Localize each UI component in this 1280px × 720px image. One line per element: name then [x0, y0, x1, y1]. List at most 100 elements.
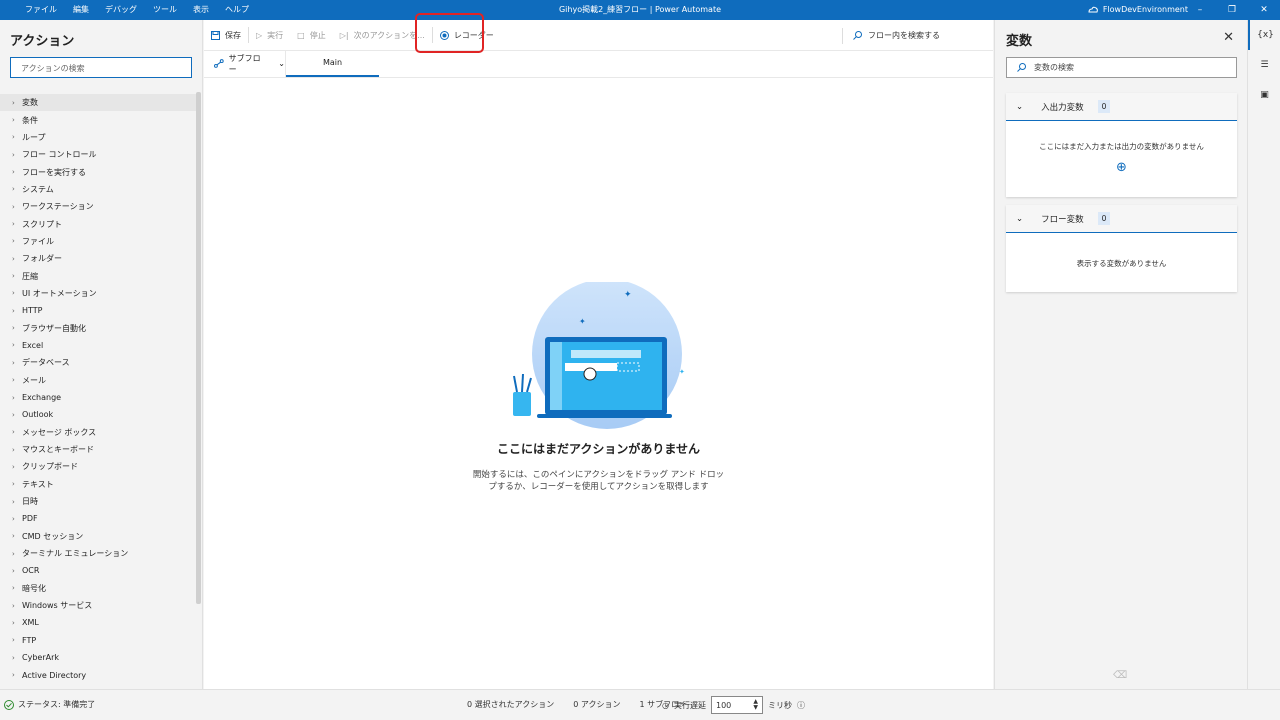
chevron-right-icon: ›: [12, 584, 15, 593]
action-group[interactable]: › マウスとキーボード: [0, 441, 196, 458]
action-group-label: FTP: [22, 635, 37, 645]
chevron-right-icon: ›: [12, 497, 15, 506]
action-group[interactable]: › UI オートメーション: [0, 285, 196, 302]
close-window-icon[interactable]: ✕: [1248, 0, 1280, 20]
action-group[interactable]: › Active Directory: [0, 666, 196, 683]
close-icon[interactable]: ✕: [1223, 30, 1234, 45]
action-group[interactable]: › フローを実行する: [0, 163, 196, 180]
action-group[interactable]: › CMD セッション: [0, 528, 196, 545]
flow-variables-header[interactable]: ⌄ フロー変数 0: [1006, 205, 1237, 233]
run-delay: ◷ 実行遅延 100 ▲ ▼ ミリ秒 ⓘ: [662, 696, 805, 714]
flow-search[interactable]: フロー内を検索する: [842, 20, 940, 51]
action-group[interactable]: › データベース: [0, 354, 196, 371]
menu-help[interactable]: ヘルプ: [217, 0, 257, 20]
action-group[interactable]: › スクリプト: [0, 215, 196, 232]
subflow-dropdown[interactable]: サブフロー ⌄: [204, 50, 286, 77]
run-button[interactable]: ▷ 実行: [249, 20, 290, 51]
subflow-icon: [214, 59, 224, 68]
action-group[interactable]: › 日時: [0, 493, 196, 510]
io-variables-header[interactable]: ⌄ 入出力変数 0: [1006, 93, 1237, 121]
flow-variables-body: 表示する変数がありません: [1006, 233, 1237, 269]
recorder-highlight-box: [415, 13, 484, 53]
action-group-label: ファイル: [22, 236, 54, 246]
window-controls: – ❐ ✕: [1184, 0, 1280, 20]
action-group[interactable]: › XML: [0, 614, 196, 631]
flow-variables-card: ⌄ フロー変数 0 表示する変数がありません: [1006, 205, 1237, 292]
action-group[interactable]: › メッセージ ボックス: [0, 424, 196, 441]
action-group[interactable]: › ブラウザー自動化: [0, 319, 196, 336]
action-group[interactable]: › フォルダー: [0, 250, 196, 267]
empty-state: ✦ ✦ ✦ ここにはまだアクションがありません 開始するには、このペインにアクシ…: [204, 282, 993, 493]
menu-debug[interactable]: デバッグ: [97, 0, 145, 20]
action-group[interactable]: › メール: [0, 372, 196, 389]
variables-tab-icon[interactable]: {x}: [1248, 20, 1280, 50]
stepper-arrows-icon[interactable]: ▲ ▼: [753, 699, 758, 711]
action-group[interactable]: › Windows サービス: [0, 597, 196, 614]
chevron-right-icon: ›: [12, 445, 15, 454]
action-group-label: 変数: [22, 98, 38, 108]
actions-search-input[interactable]: アクションの検索: [10, 57, 192, 78]
action-group-label: メール: [22, 375, 46, 385]
add-variable-icon[interactable]: ⊕: [1006, 160, 1237, 175]
menu-tools[interactable]: ツール: [145, 0, 185, 20]
menu-bar: ファイル 編集 デバッグ ツール 表示 ヘルプ: [17, 0, 257, 20]
chevron-right-icon: ›: [12, 341, 15, 350]
stop-button[interactable]: □ 停止: [290, 20, 333, 51]
status-indicator: ステータス: 準備完了: [4, 699, 95, 710]
action-group[interactable]: › PDF: [0, 510, 196, 527]
tab-strip: サブフロー ⌄ Main: [204, 50, 993, 78]
svg-text:✦: ✦: [624, 290, 632, 300]
chevron-right-icon: ›: [12, 618, 15, 627]
action-group[interactable]: › CyberArk: [0, 649, 196, 666]
menu-edit[interactable]: 編集: [65, 0, 97, 20]
menu-file[interactable]: ファイル: [17, 0, 65, 20]
chevron-right-icon: ›: [12, 653, 15, 662]
variables-pane-title: 変数: [1006, 34, 1033, 49]
action-group[interactable]: › テキスト: [0, 476, 196, 493]
eraser-icon[interactable]: ⌫: [1113, 670, 1127, 681]
action-group[interactable]: › ループ: [0, 129, 196, 146]
stop-label: 停止: [309, 30, 326, 40]
action-group-label: HTTP: [22, 306, 43, 316]
info-icon[interactable]: ⓘ: [797, 700, 805, 711]
actions-pane: アクション アクションの検索 › 変数 › 条件 › ループ › フロー コントロール › フロー…: [0, 20, 203, 689]
action-group[interactable]: › 条件: [0, 111, 196, 128]
tab-main[interactable]: Main: [286, 50, 379, 77]
action-group-label: 圧縮: [22, 271, 38, 281]
chevron-right-icon: ›: [12, 410, 15, 419]
action-group[interactable]: › FTP: [0, 632, 196, 649]
action-group[interactable]: › フロー コントロール: [0, 146, 196, 163]
action-group[interactable]: › クリップボード: [0, 458, 196, 475]
restore-icon[interactable]: ❐: [1216, 0, 1248, 20]
run-delay-stepper[interactable]: 100 ▲ ▼: [710, 696, 763, 714]
layers-icon[interactable]: ☰: [1248, 50, 1280, 80]
action-group-label: クリップボード: [22, 462, 78, 472]
minimize-icon[interactable]: –: [1184, 0, 1216, 20]
actions-scrollbar[interactable]: [196, 92, 201, 604]
action-group[interactable]: › ワークステーション: [0, 198, 196, 215]
action-group[interactable]: › OCR: [0, 562, 196, 579]
action-group-label: Exchange: [22, 393, 62, 403]
environment-icon: [1088, 6, 1098, 13]
action-group[interactable]: › 暗号化: [0, 580, 196, 597]
variables-search-input[interactable]: 変数の検索: [1006, 57, 1237, 78]
action-group[interactable]: › Exchange: [0, 389, 196, 406]
chevron-right-icon: ›: [12, 480, 15, 489]
action-group[interactable]: › ファイル: [0, 233, 196, 250]
check-circle-icon: [4, 699, 14, 710]
environment-picker[interactable]: FlowDevEnvironment: [1088, 0, 1188, 20]
action-group[interactable]: › 変数: [0, 94, 196, 112]
flow-variables-count-badge: 0: [1097, 212, 1111, 225]
chevron-down-icon: ⌄: [278, 59, 285, 68]
menu-view[interactable]: 表示: [185, 0, 217, 20]
action-group[interactable]: › HTTP: [0, 302, 196, 319]
image-icon[interactable]: ▣: [1248, 80, 1280, 110]
action-group[interactable]: › Outlook: [0, 406, 196, 423]
action-group[interactable]: › ターミナル エミュレーション: [0, 545, 196, 562]
title-bar: ファイル 編集 デバッグ ツール 表示 ヘルプ Gihyo掲載2_練習フロー |…: [0, 0, 1280, 20]
action-group[interactable]: › 圧縮: [0, 267, 196, 284]
save-button[interactable]: 保存: [204, 20, 248, 51]
chevron-down-icon: ⌄: [1016, 213, 1024, 224]
action-group[interactable]: › Excel: [0, 337, 196, 354]
action-group[interactable]: › システム: [0, 181, 196, 198]
